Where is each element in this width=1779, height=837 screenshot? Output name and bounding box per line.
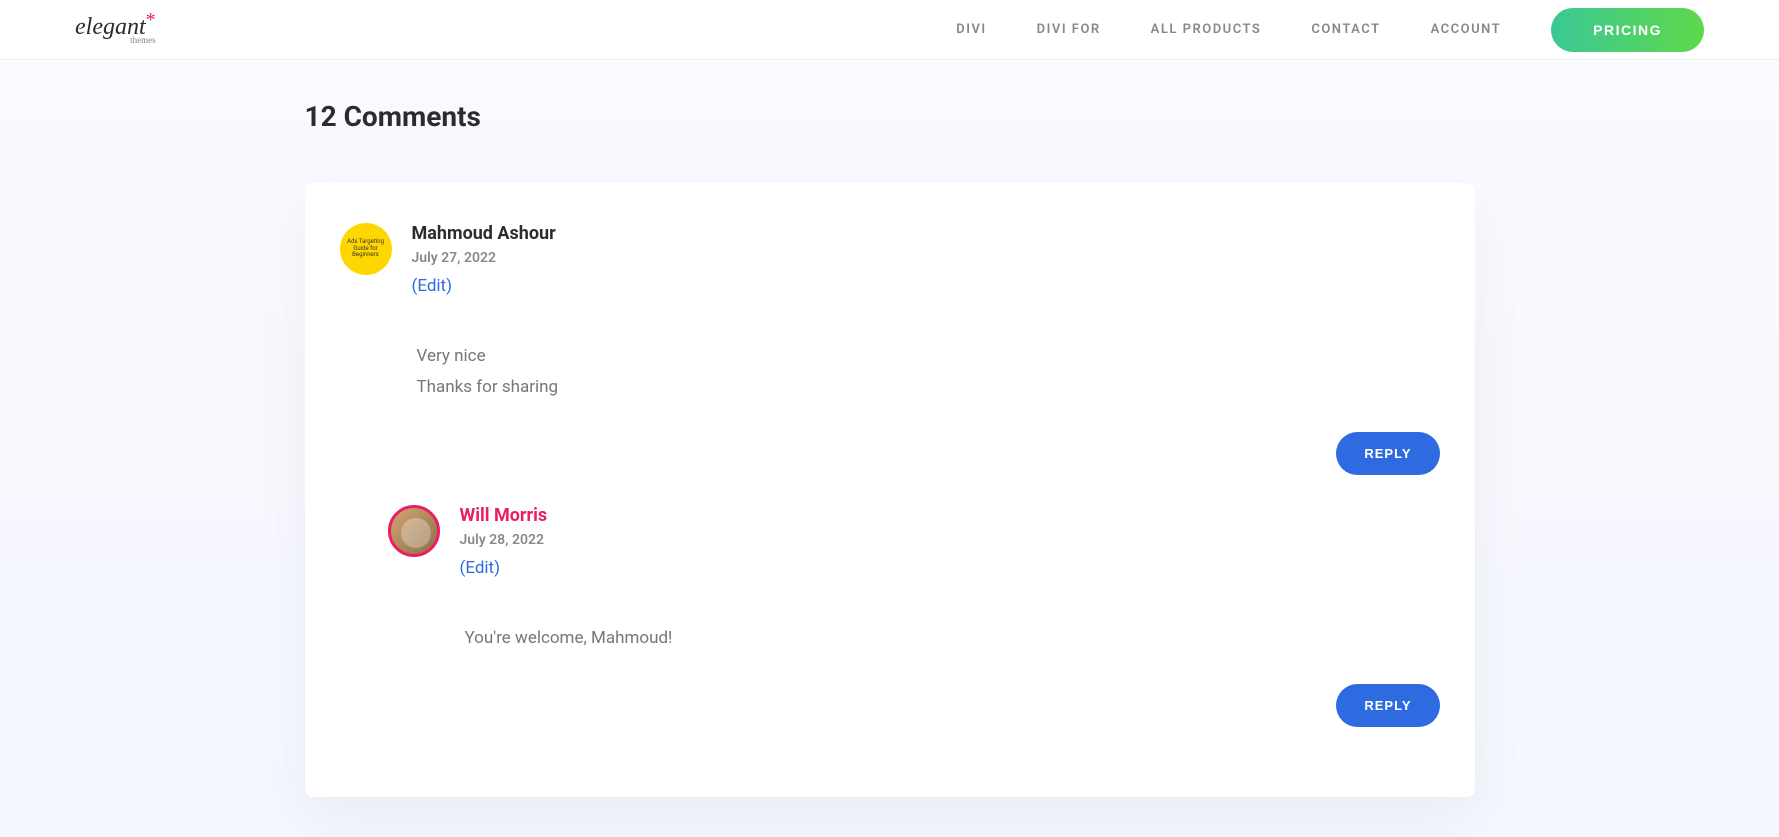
nav-contact[interactable]: CONTACT bbox=[1311, 22, 1380, 37]
comment-author: Mahmoud Ashour bbox=[412, 223, 1440, 244]
edit-link[interactable]: (Edit) bbox=[412, 276, 453, 296]
site-header: elegant* themes DIVI DIVI FOR ALL PRODUC… bbox=[0, 0, 1779, 60]
comment-text: You're welcome, Mahmoud! bbox=[465, 623, 1440, 654]
reply-wrap: REPLY bbox=[340, 432, 1440, 475]
comment-body: Mahmoud Ashour July 27, 2022 (Edit) Very… bbox=[412, 223, 1440, 402]
comment-date: July 28, 2022 bbox=[460, 532, 1440, 548]
comments-heading: 12 Comments bbox=[305, 100, 1475, 133]
reply-button[interactable]: REPLY bbox=[1336, 684, 1439, 727]
avatar-text: Ads Targeting Guide for Beginners bbox=[344, 239, 388, 259]
logo[interactable]: elegant* themes bbox=[75, 14, 156, 45]
edit-link[interactable]: (Edit) bbox=[460, 558, 501, 578]
comments-card: Ads Targeting Guide for Beginners Mahmou… bbox=[305, 183, 1475, 797]
main-nav: DIVI DIVI FOR ALL PRODUCTS CONTACT ACCOU… bbox=[956, 8, 1704, 52]
nav-divi-for[interactable]: DIVI FOR bbox=[1037, 22, 1101, 37]
main-content: 12 Comments Ads Targeting Guide for Begi… bbox=[305, 60, 1475, 837]
comment-item: Ads Targeting Guide for Beginners Mahmou… bbox=[340, 223, 1440, 402]
nav-divi[interactable]: DIVI bbox=[956, 22, 986, 37]
comment-text-line: You're welcome, Mahmoud! bbox=[465, 623, 1440, 654]
nav-all-products[interactable]: ALL PRODUCTS bbox=[1151, 22, 1262, 37]
comment-date: July 27, 2022 bbox=[412, 250, 1440, 266]
avatar bbox=[388, 505, 440, 557]
pricing-button[interactable]: PRICING bbox=[1551, 8, 1704, 52]
comment-text: Very nice Thanks for sharing bbox=[417, 341, 1440, 402]
comment-item: Will Morris July 28, 2022 (Edit) You're … bbox=[388, 505, 1440, 654]
reply-button[interactable]: REPLY bbox=[1336, 432, 1439, 475]
comment-reply-thread: Will Morris July 28, 2022 (Edit) You're … bbox=[340, 505, 1440, 727]
comment-author[interactable]: Will Morris bbox=[460, 505, 1440, 526]
avatar: Ads Targeting Guide for Beginners bbox=[340, 223, 392, 275]
comment-text-line: Very nice bbox=[417, 341, 1440, 372]
logo-asterisk-icon: * bbox=[146, 9, 156, 31]
nav-account[interactable]: ACCOUNT bbox=[1431, 22, 1502, 37]
comment-text-line: Thanks for sharing bbox=[417, 372, 1440, 403]
reply-wrap: REPLY bbox=[388, 684, 1440, 727]
comment-body: Will Morris July 28, 2022 (Edit) You're … bbox=[460, 505, 1440, 654]
